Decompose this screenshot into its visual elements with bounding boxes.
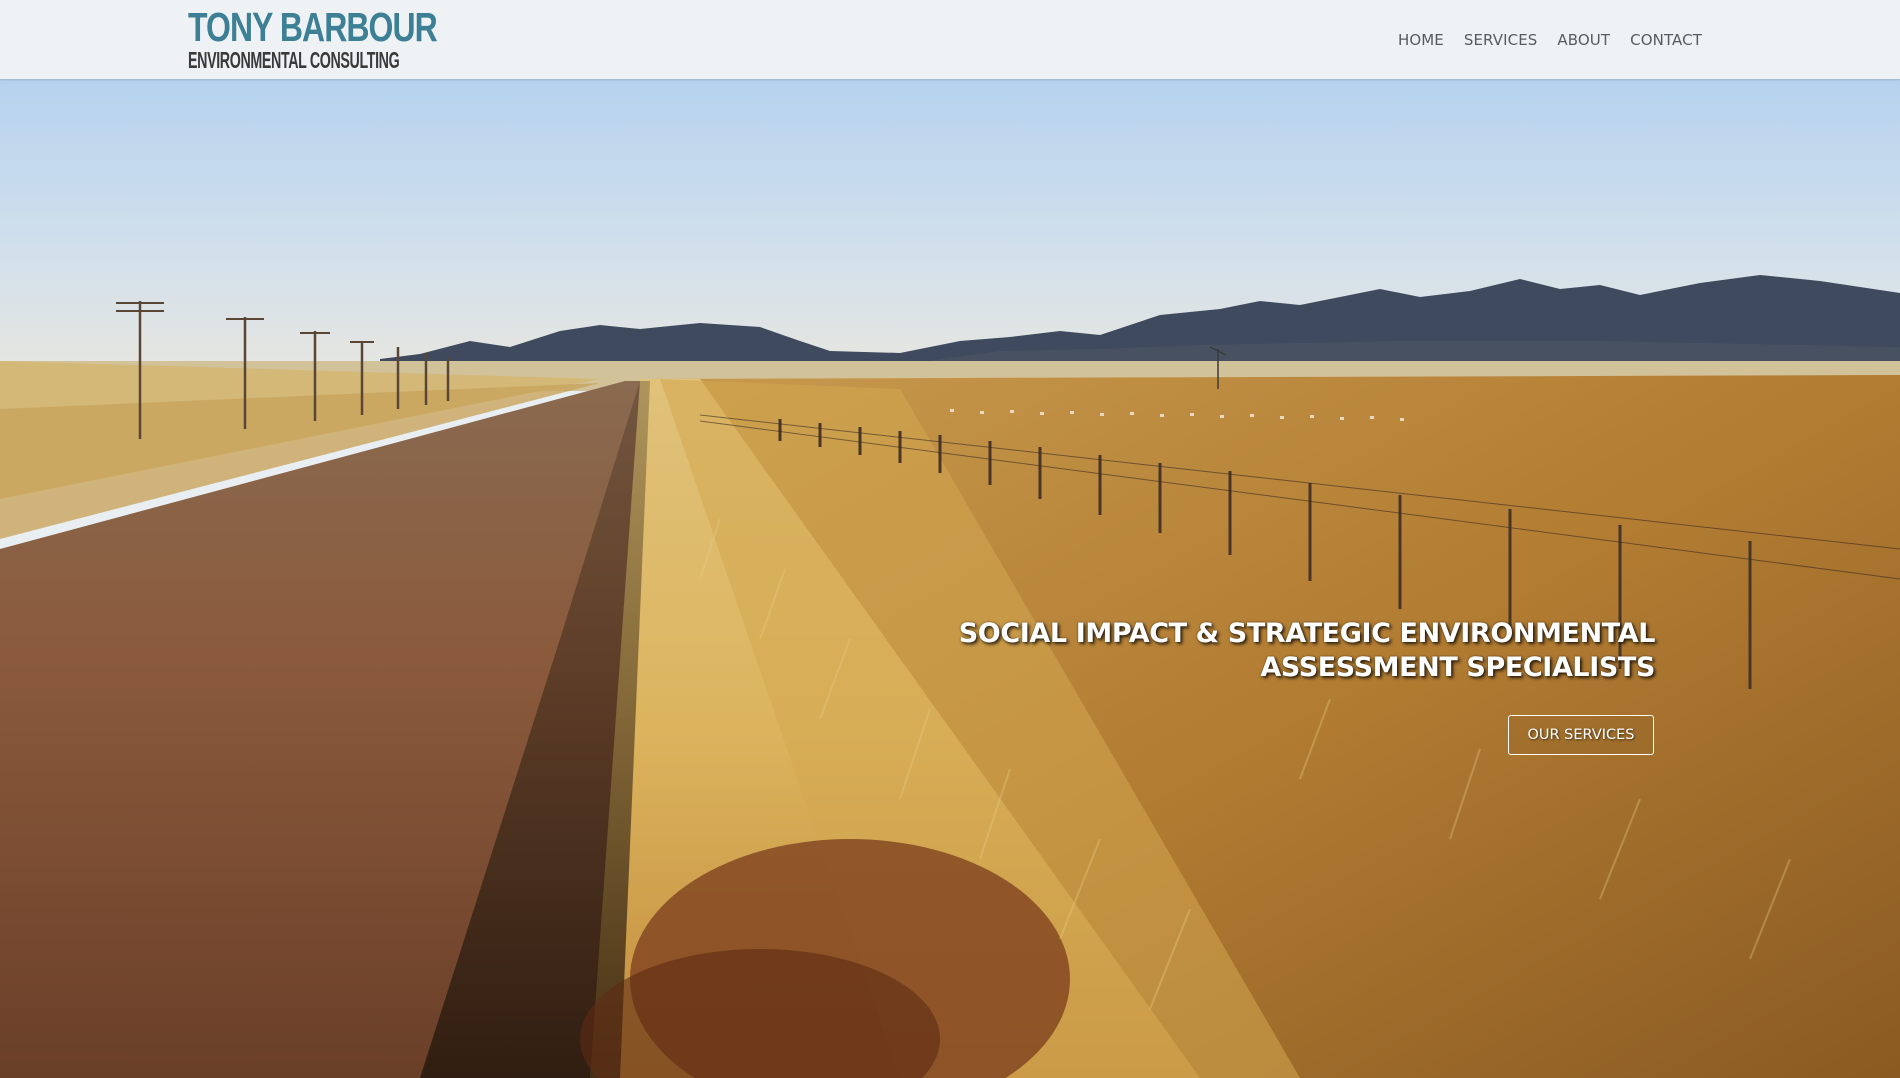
nav-about[interactable]: ABOUT: [1557, 28, 1610, 52]
hero-headline: SOCIAL IMPACT & STRATEGIC ENVIRONMENTAL …: [755, 617, 1656, 685]
our-services-button[interactable]: OUR SERVICES: [1508, 715, 1654, 755]
site-header: TONY BARBOUR ENVIRONMENTAL CONSULTING HO…: [0, 0, 1900, 79]
hero-headline-line-1: SOCIAL IMPACT & STRATEGIC ENVIRONMENTAL: [958, 618, 1656, 649]
site-logo[interactable]: TONY BARBOUR ENVIRONMENTAL CONSULTING: [188, 4, 438, 73]
main-nav: HOME SERVICES ABOUT CONTACT: [1398, 28, 1702, 52]
hero-landscape-image: [0, 79, 1900, 1078]
logo-title: TONY BARBOUR: [188, 4, 438, 50]
logo-subtitle: ENVIRONMENTAL CONSULTING: [188, 47, 400, 73]
nav-contact[interactable]: CONTACT: [1630, 28, 1702, 52]
nav-home[interactable]: HOME: [1398, 28, 1444, 52]
hero-headline-line-2: ASSESSMENT SPECIALISTS: [1260, 652, 1655, 683]
hero-banner: SOCIAL IMPACT & STRATEGIC ENVIRONMENTAL …: [0, 79, 1900, 1078]
nav-services[interactable]: SERVICES: [1464, 28, 1538, 52]
